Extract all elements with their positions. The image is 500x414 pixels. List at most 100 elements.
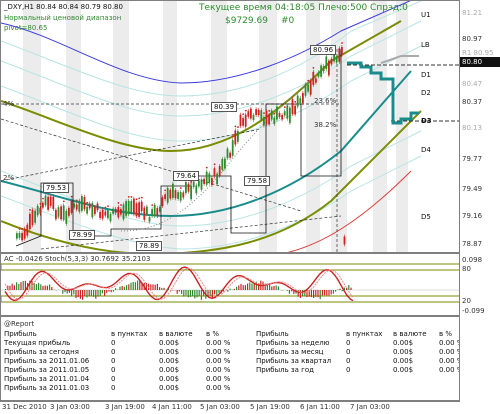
price-chart-pane[interactable]: _DXY,H1 80.84 80.84 80.79 80.80 Нормальн… (0, 0, 460, 253)
candle (102, 210, 104, 219)
fractal-dot (294, 101, 296, 103)
candle (299, 98, 301, 103)
candle (331, 59, 333, 65)
report-cell: 0.00 % (206, 348, 230, 356)
fractal-dot (42, 198, 44, 200)
candle (292, 99, 294, 114)
ac-bar (82, 290, 83, 300)
report-cell: Прибыль за месяц (256, 348, 324, 356)
candle (172, 184, 174, 198)
price-axis[interactable]: 81.21 80.97 R1 80.95 80.80 80.47 80.37 8… (460, 0, 500, 253)
ac-bar (115, 288, 116, 290)
fractal-dot (268, 110, 270, 112)
report-row: Прибыль за сегодня00.00$0.00 %Прибыль за… (1, 348, 460, 357)
ac-bar (322, 290, 323, 295)
fractal-dot (242, 113, 244, 115)
header-cell: Прибыль (4, 330, 37, 338)
current-price-marker: 80.80 (460, 57, 500, 67)
ac-bar (190, 290, 191, 297)
ac-bar (159, 287, 160, 290)
ac-bar (350, 288, 351, 290)
time-label: 5 Jan 03:00 (200, 403, 240, 411)
ac-bar (64, 290, 65, 292)
ac-bar (130, 283, 131, 290)
ac-bar (315, 290, 316, 297)
report-row: Прибыль за 2011.01.0400.00$0.00 % (1, 375, 460, 384)
ac-bar (337, 289, 338, 290)
ac-bar (97, 290, 98, 297)
status-line: Текущее время 04:18:05 Плечо:500 Спрэд:0 (199, 4, 408, 13)
candle (68, 208, 70, 216)
report-cell: 0.00 % (206, 357, 230, 365)
time-label: 5 Jan 19:00 (250, 403, 290, 411)
pct-label: 2% (3, 175, 14, 182)
price-box: 79.53 (43, 183, 69, 193)
fractal-dot (313, 67, 315, 69)
candle (219, 166, 221, 176)
axis-label: 80.37 (462, 98, 482, 106)
candle (338, 48, 340, 62)
fib-label: 23.6% (314, 98, 336, 105)
ac-bar (36, 284, 37, 290)
fractal-dot (141, 197, 143, 199)
fractal-dot (190, 181, 192, 183)
candle (156, 208, 158, 216)
candle (229, 153, 231, 158)
report-cell: 0.00$ (159, 366, 179, 374)
candle (65, 211, 67, 224)
price-chart[interactable] (1, 1, 460, 253)
candle (258, 110, 260, 115)
ac-bar (91, 290, 92, 296)
indicator-pane[interactable]: AC -0.0426 Stoch(5,3,3) 30.7692 35.2103 (0, 253, 460, 316)
report-axis (460, 316, 500, 401)
candle (29, 214, 31, 229)
fractal-dot (107, 205, 109, 207)
candle (328, 61, 330, 76)
header-cell: в пунктах (111, 330, 147, 338)
axis-label: 20 (462, 297, 471, 305)
ac-bar (181, 290, 182, 294)
ac-bar (23, 281, 24, 290)
ac-bar (104, 290, 105, 296)
report-cell: 0 (111, 384, 115, 392)
middle-line (1, 71, 411, 216)
candle (302, 93, 304, 103)
ac-bar (348, 285, 349, 290)
fractal-dot (235, 126, 237, 128)
indicator-chart[interactable] (1, 254, 460, 316)
candle (60, 206, 62, 219)
report-cell: 0.00$ (159, 339, 179, 347)
candle (336, 56, 338, 63)
ac-bar (122, 286, 123, 290)
ac-bar (342, 290, 343, 291)
candle (45, 196, 47, 206)
ac-bar (100, 290, 101, 296)
candle (273, 118, 275, 124)
axis-label: R1 80.95 (462, 49, 494, 57)
ac-bar (14, 285, 15, 290)
report-cell: 0 (111, 348, 115, 356)
candle (19, 233, 21, 238)
report-cell: Прибыль за неделю (256, 339, 330, 347)
ac-bar (128, 284, 129, 290)
fractal-dot (118, 202, 120, 204)
ac-bar (238, 285, 239, 290)
candle (149, 217, 151, 221)
report-cell: 0.00$ (393, 339, 413, 347)
report-cell: 0 (346, 357, 350, 365)
candle (175, 190, 177, 198)
axis-label: 81.21 (462, 9, 482, 17)
candle (32, 210, 34, 225)
report-cell: 0.00 % (206, 366, 230, 374)
price-box: 79.58 (244, 176, 270, 186)
stoch-80-band (1, 264, 460, 270)
fractal-dot (214, 163, 216, 165)
report-cell: Прибыль за квартал (256, 357, 331, 365)
axis-label: 80 (462, 265, 471, 273)
candle (136, 203, 138, 216)
candle (141, 202, 143, 212)
ac-bar (161, 288, 162, 290)
candle (52, 197, 54, 209)
candle (344, 237, 346, 245)
ac-bar (229, 289, 230, 290)
